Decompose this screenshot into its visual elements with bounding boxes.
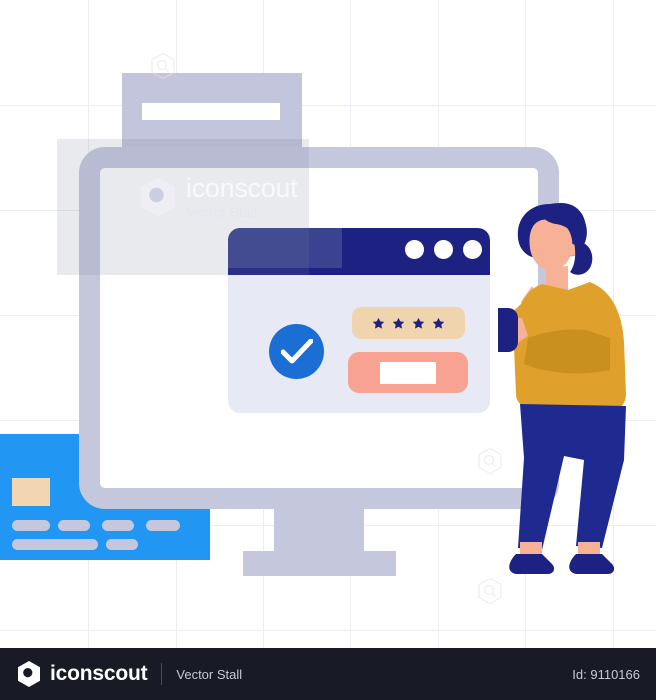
footer-asset-id: Id: 9110166 — [572, 666, 640, 682]
primary-action-button[interactable] — [348, 352, 468, 393]
window-dot-2[interactable] — [434, 240, 453, 259]
window-dot-1[interactable] — [405, 240, 424, 259]
iconscout-hex-magnifier-icon — [477, 577, 503, 605]
footer-logo[interactable]: iconscout — [16, 660, 148, 688]
iconscout-hex-magnifier-icon — [18, 661, 40, 687]
card-chip-icon — [12, 478, 50, 506]
window-dot-3[interactable] — [463, 240, 482, 259]
watermark-brand: iconscout — [186, 173, 298, 203]
iconscout-hex-magnifier-icon — [150, 52, 176, 80]
star-icon-3 — [412, 317, 425, 329]
monitor-base — [243, 551, 396, 576]
footer-divider — [161, 663, 163, 685]
success-check-icon — [269, 324, 324, 379]
iconscout-hex-magnifier-icon — [477, 447, 503, 475]
footer-brand-label: iconscout — [50, 662, 148, 685]
center-watermark: iconscout Vector Stall — [138, 173, 298, 220]
star-icon-2 — [392, 317, 405, 329]
watermark-contributor: Vector Stall — [186, 204, 257, 220]
iconscout-hex-magnifier-icon — [141, 177, 175, 217]
star-rating — [352, 307, 465, 339]
vector-illustration: iconscout Vector Stall — [0, 0, 656, 648]
star-icon-4 — [432, 317, 445, 329]
star-icon-1 — [372, 317, 385, 329]
action-button-label-placeholder — [380, 362, 436, 384]
illustration-canvas: iconscout Vector Stall iconscout Vector … — [0, 0, 656, 700]
footer-bar: iconscout Vector Stall Id: 9110166 — [0, 648, 656, 700]
person-holding-tablet — [498, 203, 626, 574]
footer-contributor-label: Vector Stall — [176, 666, 243, 682]
monitor-neck — [274, 505, 364, 555]
